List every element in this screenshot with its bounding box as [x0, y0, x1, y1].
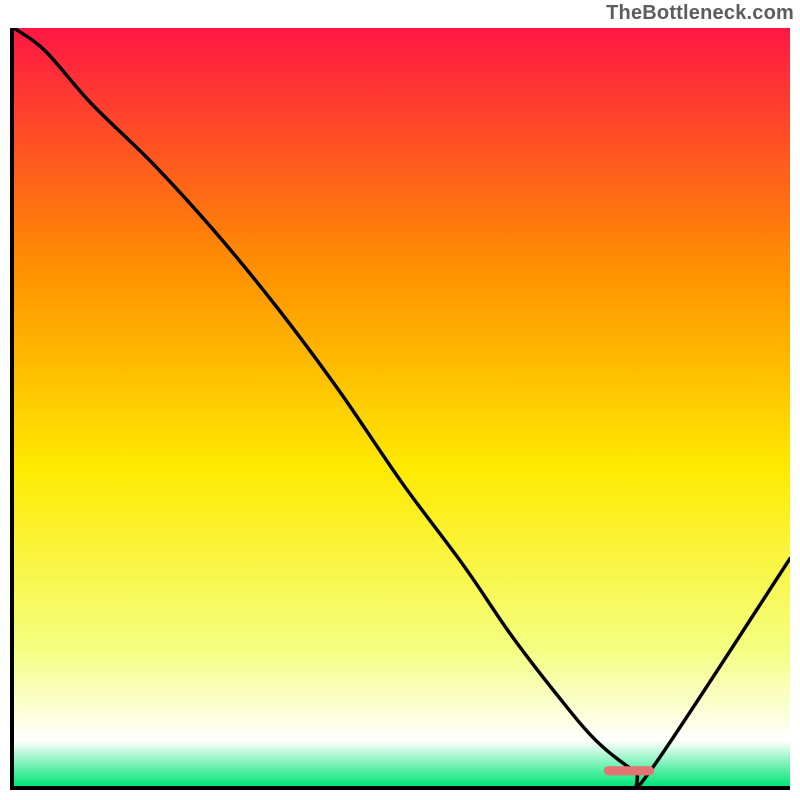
chart-container: TheBottleneck.com — [0, 0, 800, 800]
chart-svg — [14, 28, 790, 786]
optimal-marker — [604, 766, 654, 775]
watermark-text: TheBottleneck.com — [606, 2, 794, 25]
